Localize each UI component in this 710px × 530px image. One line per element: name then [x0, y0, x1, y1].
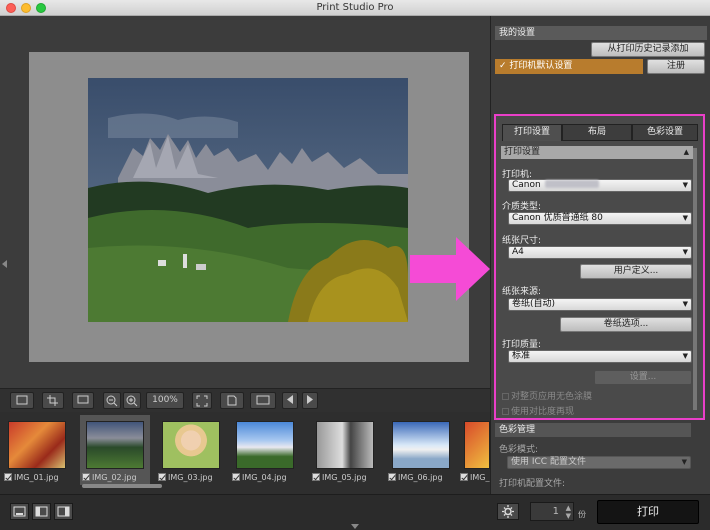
- use-contrast-checkbox[interactable]: [502, 408, 509, 415]
- crop-button[interactable]: [42, 392, 64, 409]
- paper-preview: [29, 52, 469, 362]
- printer-default-item[interactable]: ✓ 打印机默认设置: [495, 59, 643, 74]
- color-management-header[interactable]: 色彩管理: [495, 423, 691, 437]
- print-settings-section: 打印设置 布局 色彩设置 打印设置 打印机: Canon 介质类型: Canon…: [494, 114, 705, 420]
- media-type-label: 介质类型:: [502, 202, 542, 212]
- copies-field[interactable]: 1 ▲ ▼: [530, 502, 574, 521]
- view-single-button[interactable]: [10, 503, 29, 520]
- thumbnail-item[interactable]: IMG_01.jpg: [2, 415, 72, 485]
- tab-layout[interactable]: 布局: [562, 124, 632, 141]
- image-options-button[interactable]: [10, 392, 34, 409]
- paper-size-label: 纸张尺寸:: [502, 236, 542, 246]
- next-button[interactable]: [302, 392, 318, 409]
- page-button[interactable]: [220, 392, 244, 409]
- user-defined-button[interactable]: 用户定义...: [580, 264, 692, 279]
- bottom-bar: 1 ▲ ▼ 份 打印: [0, 494, 710, 530]
- check-icon: ✓: [499, 61, 510, 71]
- view-right-button[interactable]: [54, 503, 73, 520]
- zoom-level-select[interactable]: 100%: [146, 392, 184, 409]
- apply-colorless-option[interactable]: 对整页应用无色涂膜: [502, 389, 592, 402]
- arrow-left-icon: [287, 395, 293, 404]
- tab-color-settings[interactable]: 色彩设置: [632, 124, 698, 141]
- layout-left-icon: [35, 506, 48, 517]
- thumbnail-checkbox[interactable]: [312, 473, 320, 481]
- fit-icon: [196, 395, 208, 407]
- print-quality-label: 打印质量:: [502, 340, 542, 350]
- collapse-left-arrow-icon[interactable]: [2, 260, 7, 268]
- zoom-out-icon: [106, 395, 118, 407]
- panel-scrollbar[interactable]: [693, 148, 697, 410]
- thumbnail-checkbox[interactable]: [232, 473, 240, 481]
- thumbnail-item[interactable]: IMG_03.jpg: [156, 415, 226, 485]
- use-contrast-option[interactable]: 使用对比度再现: [502, 404, 574, 417]
- thumbnail-item[interactable]: IMG_04.jpg: [230, 415, 300, 485]
- display-button[interactable]: [72, 392, 94, 409]
- crop-icon: [47, 395, 58, 406]
- printer-profile-label: 打印机配置文件:: [499, 479, 566, 489]
- preview-area: [0, 16, 490, 388]
- layout-single-icon: [13, 506, 26, 517]
- paper-size-select[interactable]: A4: [508, 246, 692, 259]
- apply-colorless-checkbox[interactable]: [502, 393, 509, 400]
- copies-unit: 份: [578, 510, 586, 519]
- thumbnail-item[interactable]: IMG_07.jpg: [458, 415, 490, 485]
- thumbnail-checkbox[interactable]: [388, 473, 396, 481]
- preview-toolbar: 100%: [0, 388, 490, 412]
- zoom-in-button[interactable]: [123, 392, 141, 409]
- photo-preview[interactable]: [88, 78, 408, 322]
- thumbnail-checkbox[interactable]: [82, 473, 90, 481]
- thumbnail-item[interactable]: IMG_05.jpg: [310, 415, 380, 485]
- layout-right-icon: [57, 506, 70, 517]
- stepper-icon[interactable]: ▲ ▼: [566, 504, 571, 520]
- redacted-model: [544, 180, 599, 188]
- register-button[interactable]: 注册: [647, 59, 705, 74]
- view-split-button[interactable]: [32, 503, 51, 520]
- page-icon: [227, 395, 237, 406]
- filmstrip: IMG_01.jpg IMG_02.jpg IMG_03.jpg IMG_04.…: [0, 412, 490, 494]
- title-bar: Print Studio Pro: [0, 0, 710, 16]
- thumbnail-checkbox[interactable]: [460, 473, 468, 481]
- collapse-bottom-arrow-icon[interactable]: [351, 524, 359, 529]
- thumbnail-item-selected[interactable]: IMG_02.jpg: [80, 415, 150, 485]
- window-title: Print Studio Pro: [316, 2, 394, 13]
- zoom-in-icon: [126, 395, 138, 407]
- printer-select[interactable]: Canon: [508, 179, 692, 192]
- gear-icon: [502, 505, 514, 518]
- image-mode-button[interactable]: [250, 392, 276, 409]
- roll-options-button[interactable]: 卷纸选项...: [560, 317, 692, 332]
- zoom-out-button[interactable]: [103, 392, 121, 409]
- arrow-right-icon: [307, 395, 313, 404]
- paper-source-select[interactable]: 卷纸(自动): [508, 298, 692, 311]
- thumbnail-item[interactable]: IMG_06.jpg: [386, 415, 456, 485]
- print-button[interactable]: 打印: [597, 500, 699, 524]
- tab-print-settings[interactable]: 打印设置: [502, 124, 562, 141]
- previous-button[interactable]: [282, 392, 298, 409]
- media-type-select[interactable]: Canon 优质普通纸 80: [508, 212, 692, 225]
- preferences-button[interactable]: [497, 503, 519, 520]
- fit-button[interactable]: [192, 392, 212, 409]
- thumbnail-checkbox[interactable]: [158, 473, 166, 481]
- print-quality-select[interactable]: 标准: [508, 350, 692, 363]
- print-settings-header[interactable]: 打印设置: [501, 146, 693, 159]
- image-icon: [256, 395, 270, 405]
- add-from-history-button[interactable]: 从打印历史记录添加: [591, 42, 705, 57]
- color-mode-label: 色彩模式:: [499, 445, 539, 455]
- quality-settings-button[interactable]: 设置...: [594, 370, 692, 385]
- my-settings-header: 我的设置: [495, 26, 707, 40]
- thumbnail-checkbox[interactable]: [4, 473, 12, 481]
- color-mode-select[interactable]: 使用 ICC 配置文件: [507, 456, 691, 469]
- paper-source-label: 纸张来源:: [502, 287, 542, 297]
- filmstrip-scrollbar[interactable]: [82, 484, 162, 488]
- monitor-icon: [77, 395, 89, 404]
- callout-arrow-icon: [410, 237, 490, 301]
